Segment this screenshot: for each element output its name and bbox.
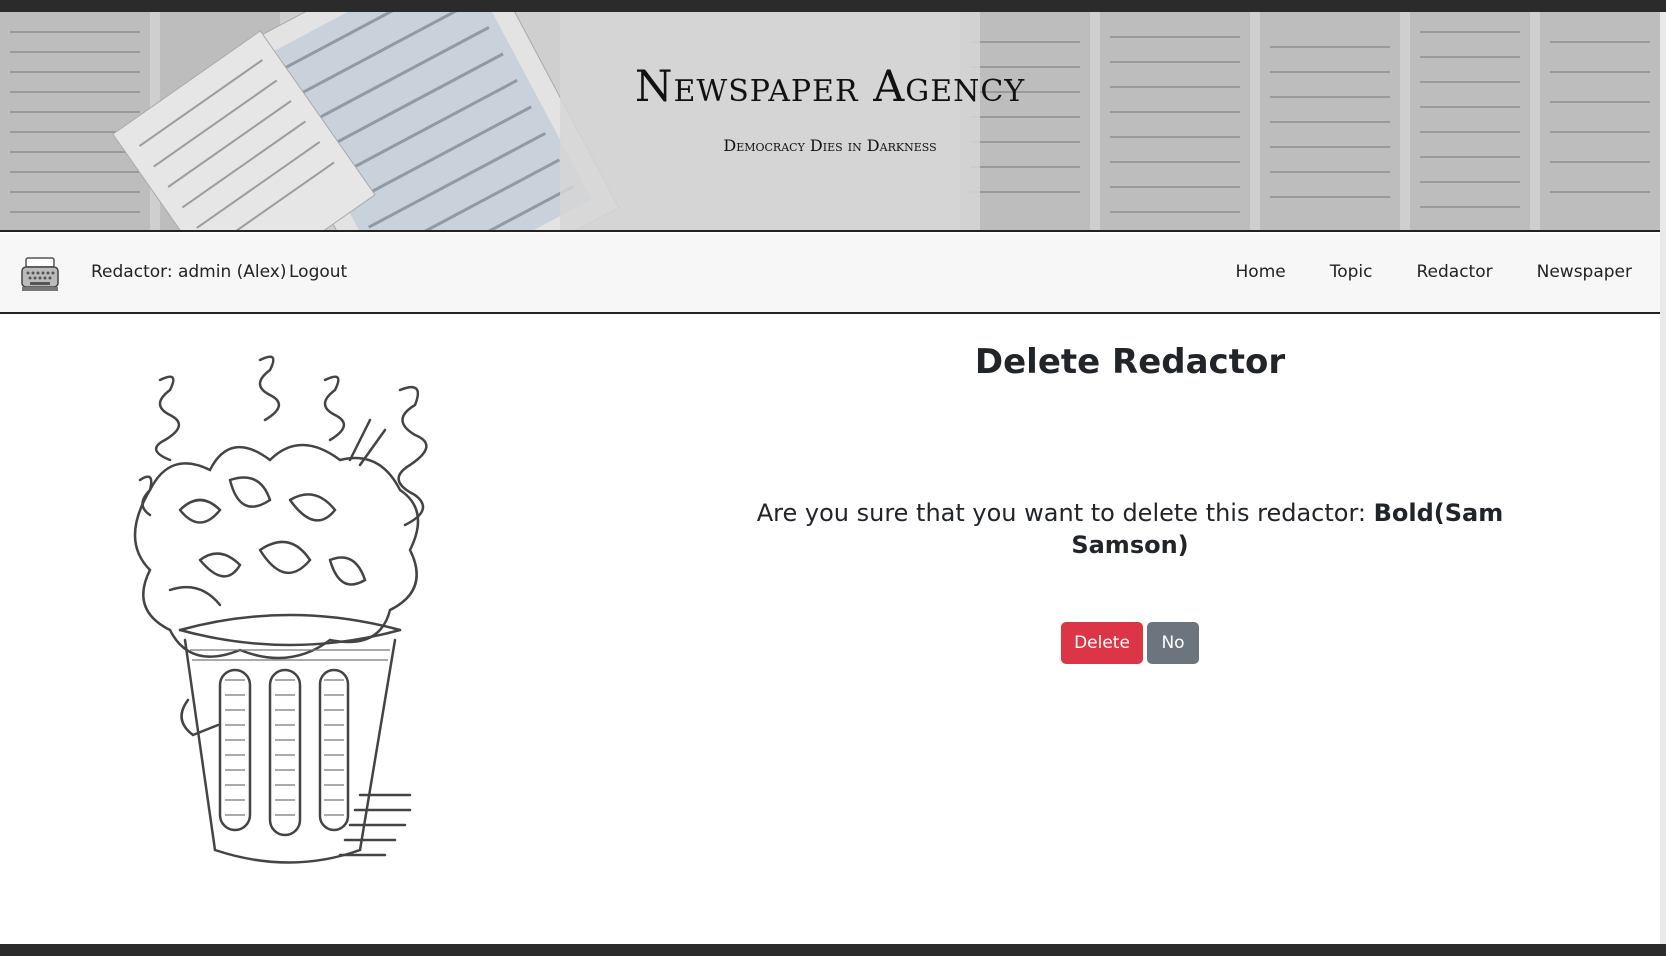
site-title: Newspaper Agency	[634, 62, 1026, 112]
site-subtitle: Democracy Dies in Darkness	[723, 136, 937, 155]
confirmation-question: Are you sure that you want to delete thi…	[756, 499, 1374, 527]
nav-link-home[interactable]: Home	[1236, 262, 1286, 282]
trash-can-icon	[133, 355, 428, 864]
nav-links: Home Topic Redactor Newspaper	[1236, 262, 1632, 282]
typewriter-icon[interactable]	[20, 256, 60, 292]
current-user-label: Redactor: admin (Alex)	[91, 262, 287, 282]
delete-confirmation-text: Are you sure that you want to delete thi…	[740, 497, 1520, 561]
nav-link-topic[interactable]: Topic	[1330, 262, 1373, 282]
main-navbar: Redactor: admin (Alex) Logout Home Topic…	[0, 234, 1660, 314]
page-title: Delete Redactor	[974, 342, 1286, 382]
newspaper-background-image	[0, 12, 1660, 230]
footer-strip	[0, 944, 1666, 956]
header-banner: Newspaper Agency Democracy Dies in Darkn…	[0, 12, 1660, 232]
logout-link[interactable]: Logout	[289, 262, 347, 282]
no-button[interactable]: No	[1147, 622, 1199, 664]
browser-top-strip	[0, 0, 1666, 12]
confirmation-buttons: Delete No	[1061, 622, 1199, 664]
delete-button[interactable]: Delete	[1061, 622, 1143, 664]
nav-link-redactor[interactable]: Redactor	[1416, 262, 1492, 282]
nav-link-newspaper[interactable]: Newspaper	[1537, 262, 1632, 282]
page-scrollbar[interactable]	[1660, 12, 1666, 944]
